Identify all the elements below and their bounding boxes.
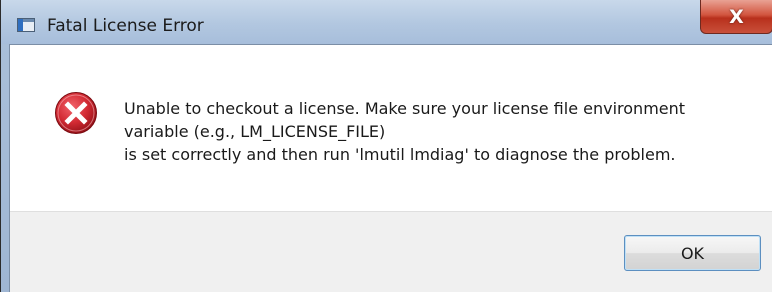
error-message: Unable to checkout a license. Make sure … [124,97,764,166]
message-line: Unable to checkout a license. Make sure … [124,99,686,118]
dialog-client-area: Unable to checkout a license. Make sure … [9,44,772,292]
message-line: is set correctly and then run 'lmutil lm… [124,145,676,164]
close-icon: X [729,5,744,28]
title-bar[interactable]: Fatal License Error X [1,0,772,44]
button-bar: OK [10,211,772,292]
error-icon [55,92,97,134]
dialog-window: Fatal License Error X Unable to checkout… [0,0,772,292]
message-line: variable (e.g., LM_LICENSE_FILE) [124,122,386,141]
window-title: Fatal License Error [47,16,204,36]
ok-button[interactable]: OK [624,235,761,271]
application-icon [17,18,35,32]
close-button[interactable]: X [700,0,772,34]
message-area: Unable to checkout a license. Make sure … [10,45,772,211]
